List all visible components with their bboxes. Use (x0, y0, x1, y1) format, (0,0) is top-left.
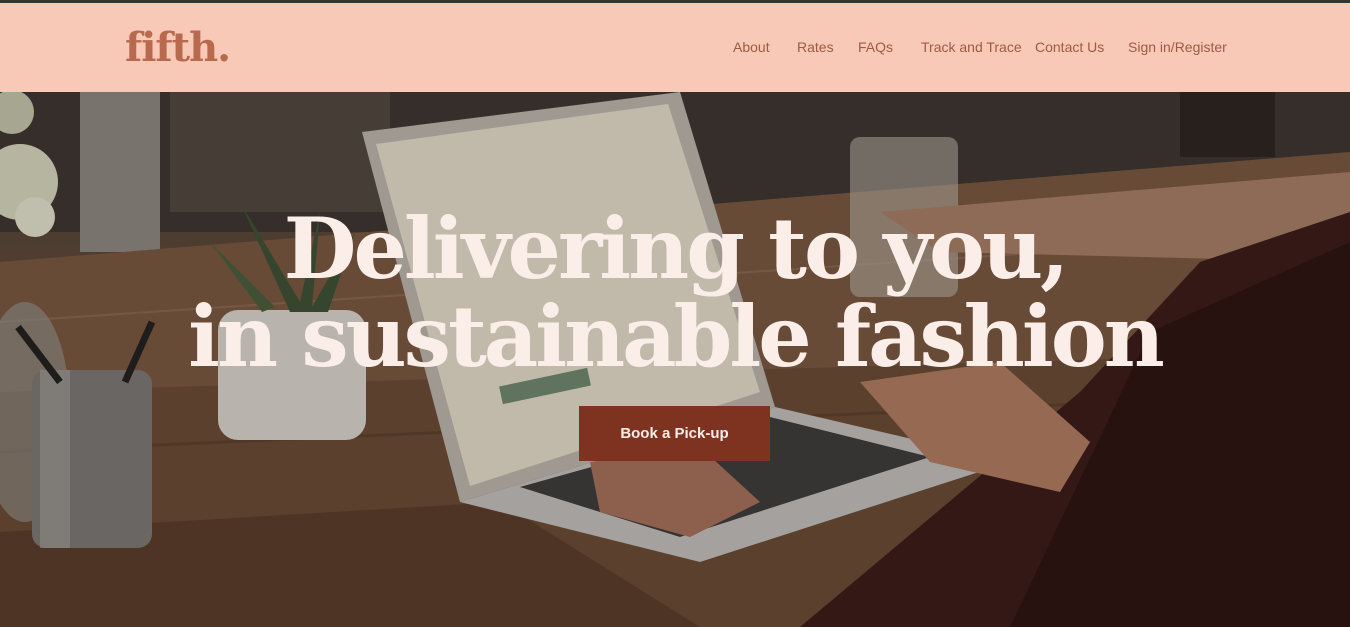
main-nav: About Rates FAQs Track and Trace Contact… (0, 37, 1350, 59)
book-pickup-button[interactable]: Book a Pick-up (579, 406, 770, 461)
nav-link-track-and-trace[interactable]: Track and Trace (921, 37, 1022, 57)
site-header: fifth. About Rates FAQs Track and Trace … (0, 3, 1350, 92)
hero-headline-line-1: Delivering to you, (283, 199, 1070, 298)
nav-link-contact-us[interactable]: Contact Us (1035, 37, 1104, 57)
hero-headline: Delivering to you, in sustainable fashio… (0, 205, 1350, 381)
hero-headline-line-2: in sustainable fashion (188, 287, 1165, 386)
nav-link-rates[interactable]: Rates (797, 37, 834, 57)
nav-link-sign-in-register[interactable]: Sign in/Register (1128, 37, 1227, 57)
nav-link-about[interactable]: About (733, 37, 770, 57)
nav-link-faqs[interactable]: FAQs (858, 37, 893, 57)
hero-section: Delivering to you, in sustainable fashio… (0, 92, 1350, 627)
